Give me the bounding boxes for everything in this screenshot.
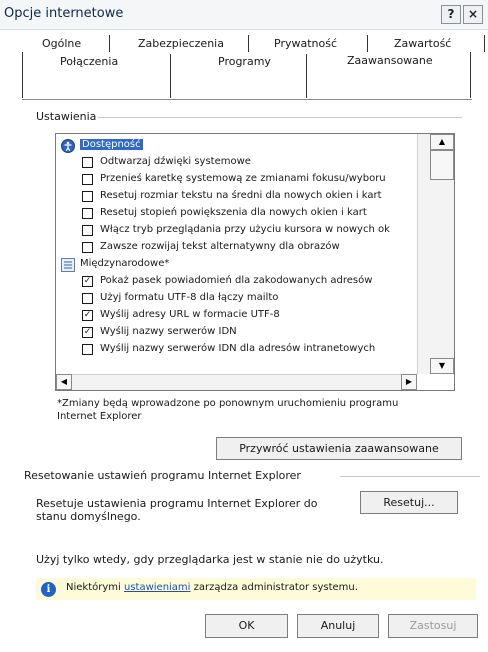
option-label: Wyślij nazwy serwerów IDN dla adresów in… — [100, 343, 376, 354]
info-icon: i — [41, 582, 56, 597]
tab-divider — [306, 54, 307, 98]
settings-link[interactable]: ustawieniami — [124, 582, 190, 593]
option-label: Przenieś karetkę systemową ze zmianami f… — [100, 173, 386, 184]
option-label: Pokaż pasek powiadomień dla zakodowanych… — [100, 275, 373, 286]
reset-description-line2: stanu domyślnego. — [36, 510, 141, 523]
checkbox[interactable] — [82, 157, 93, 168]
reset-warning: Użyj tylko wtedy, gdy przeglądarka jest … — [36, 553, 384, 566]
window-title: Opcje internetowe — [4, 6, 124, 21]
checkbox[interactable] — [82, 242, 93, 253]
horizontal-scrollbar[interactable] — [56, 374, 417, 390]
settings-tree[interactable]: Dostępność Odtwarzaj dźwięki systemowe Prz… — [55, 133, 455, 391]
reset-description: Resetuje ustawienia programu Internet Ex… — [36, 497, 318, 510]
checkbox[interactable] — [82, 293, 93, 304]
checked-checkbox[interactable]: ✓ — [82, 276, 93, 287]
tab-divider — [470, 52, 471, 98]
help-button[interactable]: ? — [441, 5, 461, 24]
checkbox[interactable] — [82, 225, 93, 236]
settings-group-label: Ustawienia — [34, 110, 99, 123]
scroll-right-icon[interactable]: ▶ — [401, 374, 417, 390]
tab-divider — [367, 35, 368, 52]
tab-privacy[interactable]: Prywatność — [274, 37, 337, 50]
tab-security[interactable]: Zabezpieczenia — [138, 37, 224, 50]
checkbox[interactable] — [82, 344, 93, 355]
checkbox[interactable] — [82, 174, 93, 185]
checkbox[interactable] — [82, 208, 93, 219]
info-text-before: Niektórymi — [66, 582, 121, 593]
international-icon — [61, 258, 75, 272]
tab-content[interactable]: Zawartość — [394, 37, 451, 50]
tab-programs[interactable]: Programy — [218, 55, 271, 68]
tab-divider — [22, 52, 23, 98]
option-label: Resetuj rozmiar tekstu na średni dla now… — [100, 190, 382, 201]
reset-button[interactable]: Resetuj... — [360, 491, 458, 514]
tab-divider — [248, 35, 249, 52]
reset-group-label: Resetowanie ustawień programu Internet E… — [22, 469, 303, 482]
restart-note-line2: Internet Explorer — [57, 411, 142, 422]
checked-checkbox[interactable]: ✓ — [82, 310, 93, 321]
tab-connections[interactable]: Połączenia — [60, 55, 118, 68]
checked-checkbox[interactable]: ✓ — [82, 327, 93, 338]
option-label: Zawsze rozwijaj tekst alternatywny dla o… — [100, 241, 340, 252]
group-line — [340, 476, 480, 477]
tab-divider — [109, 35, 110, 52]
scroll-down-icon[interactable]: ▼ — [430, 358, 454, 374]
ok-button[interactable]: OK — [205, 614, 288, 638]
restart-note: *Zmiany będą wprowadzone po ponownym uru… — [57, 398, 399, 409]
cancel-button[interactable]: Anuluj — [297, 614, 379, 638]
scroll-left-icon[interactable]: ◀ — [56, 374, 72, 390]
option-label: Wyślij adresy URL w formacie UTF-8 — [100, 309, 280, 320]
option-label: Włącz tryb przeglądania przy użyciu kurs… — [100, 224, 390, 235]
tab-general[interactable]: Ogólne — [42, 37, 81, 50]
category-label: Dostępność — [80, 139, 143, 150]
tab-divider — [170, 54, 171, 98]
option-label: Wyślij nazwy serwerów IDN — [100, 326, 237, 337]
group-line — [78, 117, 462, 118]
restore-advanced-button[interactable]: Przywróć ustawienia zaawansowane — [216, 437, 462, 460]
scroll-thumb[interactable] — [430, 150, 454, 180]
option-label: Użyj formatu UTF-8 dla łączy mailto — [100, 292, 279, 303]
category-label: Międzynarodowe* — [80, 258, 170, 269]
info-text-after: zarządza administrator systemu. — [193, 582, 358, 593]
scroll-up-icon[interactable]: ▲ — [430, 134, 454, 150]
info-text: Niektórymi ustawieniami zarządza adminis… — [66, 582, 358, 593]
tab-divider — [484, 35, 485, 52]
checkbox[interactable] — [82, 191, 93, 202]
apply-button[interactable]: Zastosuj — [388, 614, 478, 638]
option-label: Odtwarzaj dźwięki systemowe — [100, 156, 251, 167]
close-button[interactable]: × — [463, 5, 483, 24]
tab-advanced[interactable]: Zaawansowane — [347, 54, 433, 67]
option-label: Resetuj stopień powiększenia dla nowych … — [100, 207, 367, 218]
accessibility-icon — [61, 139, 75, 153]
